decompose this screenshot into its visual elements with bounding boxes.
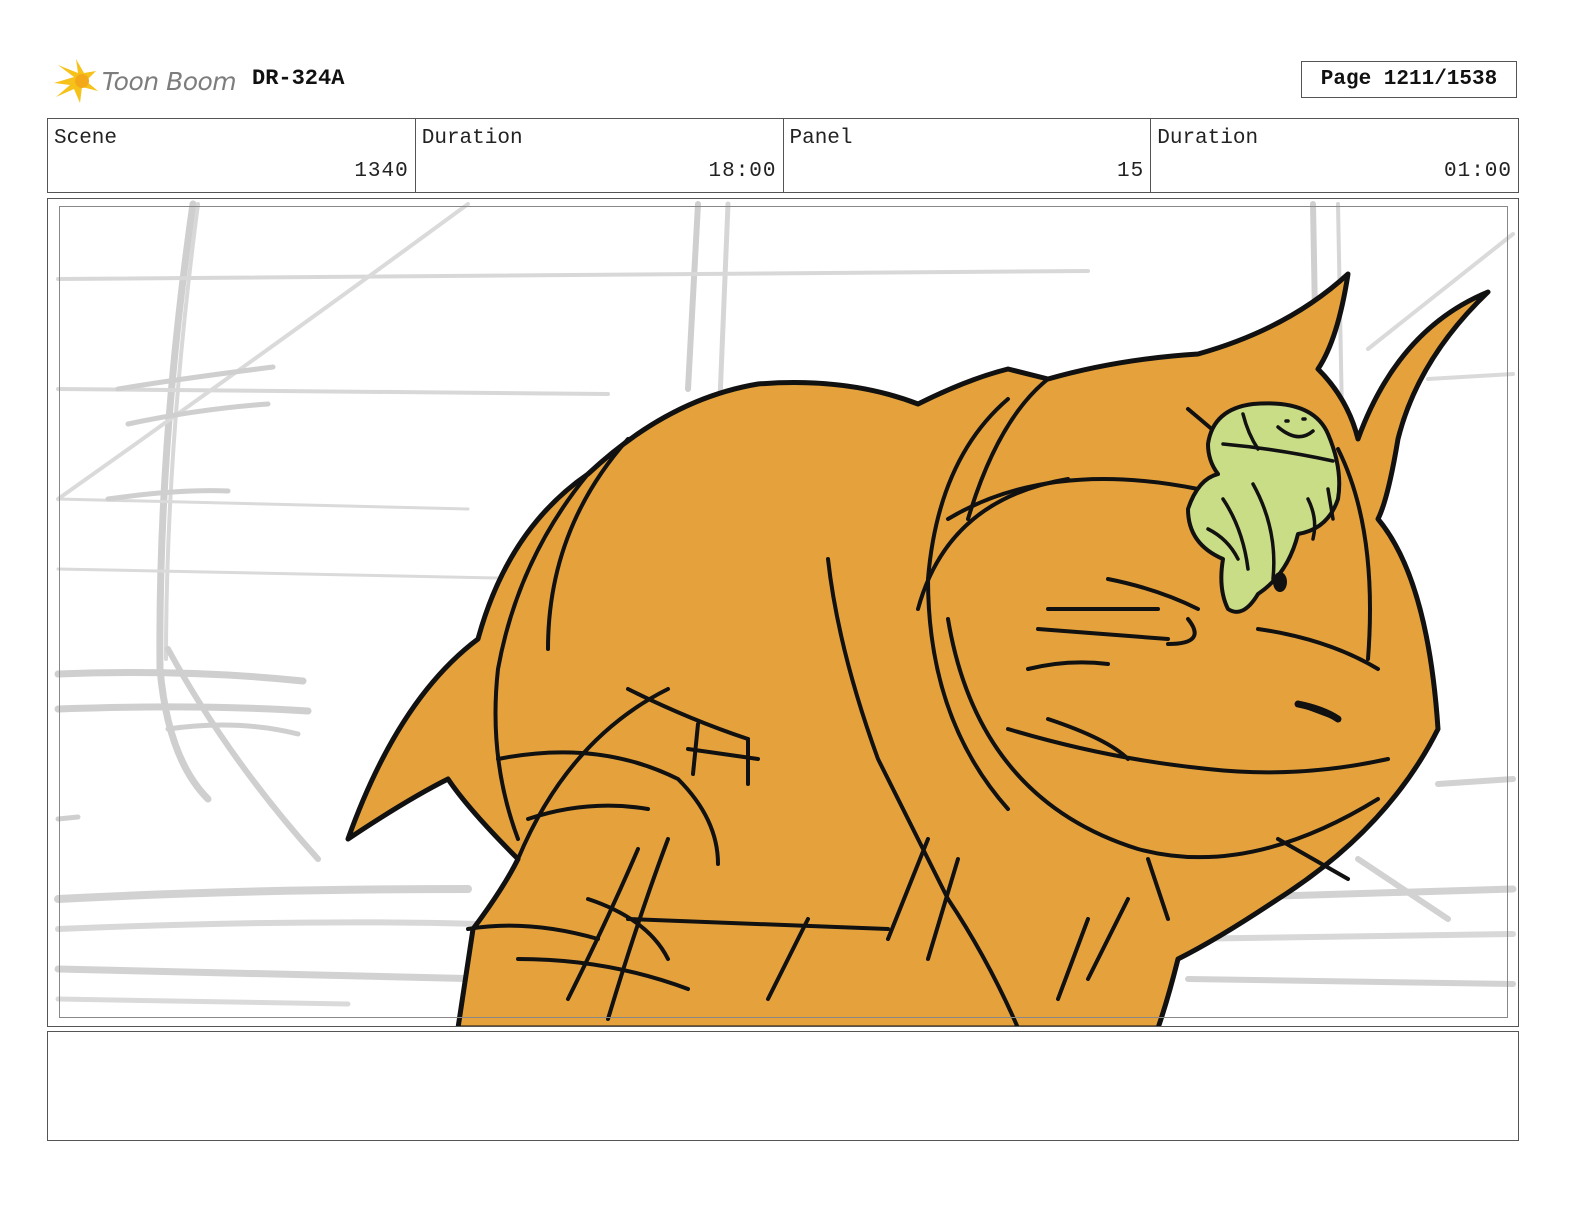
panel-notes-box (47, 1031, 1519, 1141)
panel-duration-cell: Duration 01:00 (1151, 119, 1518, 192)
storyboard-panel (47, 198, 1519, 1027)
panel-safe-frame (59, 206, 1508, 1018)
panel-duration-value: 01:00 (1443, 160, 1512, 183)
scene-duration-value: 18:00 (708, 160, 777, 183)
panel-label: Panel (789, 127, 853, 150)
scene-info-table: Scene 1340 Duration 18:00 Panel 15 Durat… (47, 118, 1519, 193)
logo-text: Toon Boom (102, 66, 237, 96)
panel-duration-label: Duration (1157, 127, 1259, 150)
production-code: DR-324A (252, 66, 345, 91)
panel-cell: Panel 15 (784, 119, 1152, 192)
scene-value: 1340 (354, 160, 409, 183)
scene-label: Scene (54, 127, 118, 150)
toon-boom-logo: Toon Boom (52, 56, 242, 106)
panel-value: 15 (1117, 160, 1145, 183)
scene-duration-label: Duration (421, 127, 523, 150)
starburst-logo-icon (54, 59, 98, 103)
page-number: Page 1211/1538 (1301, 61, 1517, 98)
scene-duration-cell: Duration 18:00 (416, 119, 784, 192)
page-header: Toon Boom DR-324A Page 1211/1538 (52, 56, 1532, 106)
scene-cell: Scene 1340 (48, 119, 416, 192)
